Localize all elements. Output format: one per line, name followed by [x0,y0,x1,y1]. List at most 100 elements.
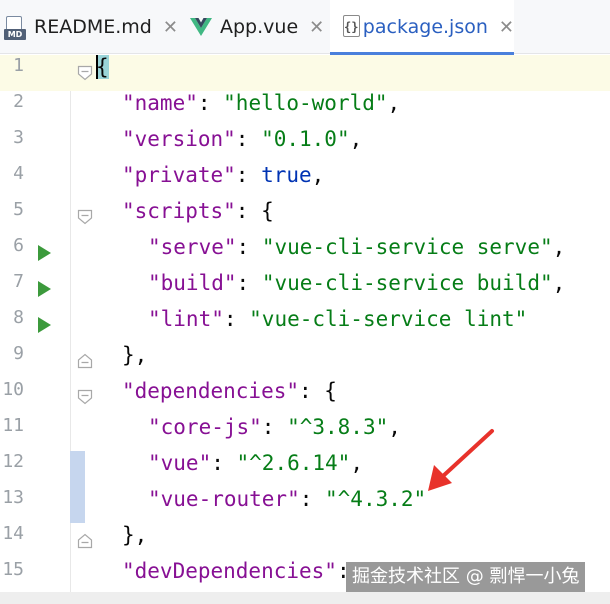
code-token: "^3.8.3" [287,415,389,439]
run-script-icon[interactable] [38,317,51,333]
fold-icon[interactable] [77,209,93,225]
fold-end-icon[interactable] [77,353,93,369]
markdown-file-icon: MD [4,14,30,40]
code-line[interactable]: 13 "vue-router": "^4.3.2" [0,487,610,523]
code-line[interactable]: 5 "scripts": { [0,199,610,235]
code-token: , [387,91,401,115]
code-token: }, [122,343,148,367]
fold-icon[interactable] [77,65,93,81]
annotation-arrow-icon [428,429,494,491]
line-number: 15 [2,559,24,580]
code-token: : [211,451,237,475]
watermark: 掘金技术社区 @ 剽悍一小兔 [346,562,586,592]
code-text: "vue-router": "^4.3.2" [148,487,426,523]
code-token: : [261,415,288,439]
tab-package-json[interactable]: {} package.json ✕ [330,0,514,55]
code-line[interactable]: 10 "dependencies": { [0,379,610,415]
code-token: : [235,163,262,187]
code-line[interactable]: 9}, [0,343,610,379]
line-number: 4 [13,163,24,184]
code-text: "version": "0.1.0", [122,127,362,163]
code-text: "lint": "vue-cli-service lint" [148,307,527,343]
fold-end-icon[interactable] [77,533,93,549]
code-line[interactable]: 11 "core-js": "^3.8.3", [0,415,610,451]
code-text: "build": "vue-cli-service build", [148,271,565,307]
line-number: 10 [2,379,24,400]
bottom-edge [0,592,610,604]
code-token: "scripts" [122,199,236,223]
json-file-icon: {} [340,14,360,40]
code-token: "vue" [148,451,212,475]
code-token: : [235,127,262,151]
line-number: 5 [13,199,24,220]
code-token: : [223,307,250,331]
code-token: "vue-router" [148,487,300,511]
close-icon[interactable]: ✕ [499,17,514,38]
line-number: 3 [13,127,24,148]
code-editor[interactable]: 1{2 "name": "hello-world", 3 "version": "0.… [0,55,610,604]
code-token: "dependencies" [122,379,300,403]
line-number: 9 [13,343,24,364]
change-marker[interactable] [70,487,85,523]
editor-tab-bar: MD README.md ✕ App.vue ✕ {} package.json… [0,0,610,55]
line-number: 7 [13,271,24,292]
code-token: : [197,91,224,115]
fold-icon[interactable] [77,389,93,405]
code-token: "^2.6.14" [236,451,351,475]
code-line[interactable]: 2 "name": "hello-world", [0,91,610,127]
code-line[interactable]: 8 "lint": "vue-cli-service lint" [0,307,610,343]
code-text: { [96,55,109,91]
code-token: "core-js" [148,415,262,439]
code-line[interactable]: 12 "vue": "^2.6.14", [0,451,610,487]
run-script-icon[interactable] [38,281,51,297]
code-token: "vue-cli-service lint" [249,307,528,331]
code-token: , [311,163,325,187]
code-token: "^4.3.2" [325,487,427,511]
code-token: , [552,235,566,259]
run-script-icon[interactable] [38,245,51,261]
code-token: "vue-cli-service serve" [261,235,553,259]
code-text: "dependencies": { [122,379,337,415]
code-token: , [388,415,401,439]
tab-label: package.json [362,16,488,38]
code-line[interactable]: 6 "serve": "vue-cli-service serve", [0,235,610,271]
code-line[interactable]: 14}, [0,523,610,559]
code-token: "vue-cli-service build" [261,271,553,295]
close-icon[interactable]: ✕ [309,17,324,38]
matched-brace: { [96,55,109,79]
code-token: : [236,271,262,295]
code-text: "private": true, [122,163,324,199]
code-token: }, [122,523,148,547]
code-token: "lint" [148,307,224,331]
code-text: "devDependencies": [122,559,362,595]
code-token: "build" [148,271,237,295]
code-token: : { [299,379,337,403]
line-number: 12 [2,451,24,472]
line-number: 2 [13,91,24,112]
tab-label: App.vue [220,16,299,38]
code-text: "name": "hello-world", [122,91,400,127]
tab-app-vue[interactable]: App.vue ✕ [178,0,330,54]
code-line[interactable]: 1{ [0,55,610,91]
line-number: 11 [2,415,24,436]
code-token: : [236,235,262,259]
code-token: "0.1.0" [261,127,350,151]
line-number: 13 [2,487,24,508]
code-text: }, [122,523,147,559]
code-text: "core-js": "^3.8.3", [148,415,401,451]
code-text: "scripts": { [122,199,274,235]
code-line[interactable]: 7 "build": "vue-cli-service build", [0,271,610,307]
code-token: "name" [122,91,198,115]
change-marker[interactable] [70,451,85,487]
code-text: "serve": "vue-cli-service serve", [148,235,565,271]
code-text: "vue": "^2.6.14", [148,451,363,487]
code-token: true [261,163,312,187]
code-line[interactable]: 3 "version": "0.1.0", [0,127,610,163]
line-number: 14 [2,523,24,544]
code-token: : [299,487,326,511]
close-icon[interactable]: ✕ [163,17,178,38]
code-token: "private" [122,163,236,187]
vue-file-icon [190,18,212,36]
tab-readme[interactable]: MD README.md ✕ [0,0,178,54]
code-line[interactable]: 4 "private": true, [0,163,610,199]
